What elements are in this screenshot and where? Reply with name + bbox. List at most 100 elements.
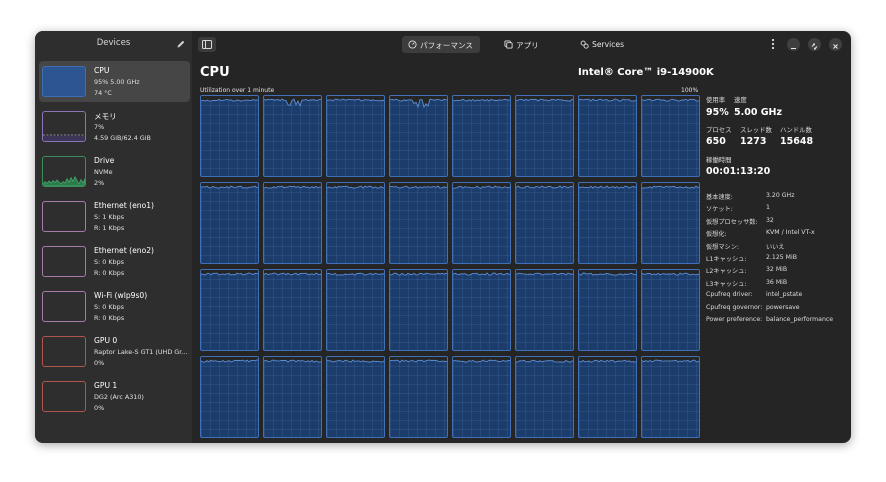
detail-value: 3.20 GHz: [766, 192, 795, 199]
detail-key: Power preference:: [706, 316, 763, 323]
tab-services-label: Services: [592, 40, 625, 49]
app-window: Devices CPU 95% 5.00 GHz 74 °C メモリ 7% 4.59 Gi…: [35, 31, 851, 443]
core-graph: [263, 269, 322, 351]
device-item[interactable]: GPU 1 DG2 (Arc A310) 0%: [39, 376, 190, 417]
speed-label: 速度: [734, 96, 747, 104]
close-icon: [833, 44, 838, 49]
sidebar-header: Devices: [35, 31, 192, 57]
process-value: 650: [706, 136, 726, 147]
device-detail-2: 2%: [94, 179, 105, 187]
core-graph: [452, 356, 511, 438]
detail-value: 32 MiB: [766, 266, 788, 274]
device-name: Ethernet (eno1): [94, 201, 155, 210]
detail-key: 仮想マシン:: [706, 243, 740, 251]
device-detail-2: 4.59 GiB/62.4 GiB: [94, 134, 151, 142]
device-detail-1: NVMe: [94, 168, 113, 176]
detail-key: Cpufreq governor:: [706, 303, 763, 311]
core-graph: [578, 95, 637, 177]
device-graph: [42, 336, 86, 367]
device-item[interactable]: Ethernet (eno1) S: 1 Kbps R: 1 Kbps: [39, 196, 190, 237]
sidebar-toggle-button[interactable]: [198, 37, 216, 52]
uptime-value: 00:01:13:20: [706, 166, 771, 177]
device-graph: [42, 381, 86, 412]
core-graph: [641, 356, 700, 438]
detail-key: L2キャッシュ:: [706, 268, 747, 276]
device-item[interactable]: Drive NVMe 2%: [39, 151, 190, 192]
core-graph: [200, 269, 259, 351]
core-graph: [263, 182, 322, 264]
core-graph-grid: [200, 95, 700, 439]
graph-max-label: 100%: [681, 87, 699, 94]
device-detail-1: S: 1 Kbps: [94, 213, 124, 221]
device-graph: [42, 111, 86, 142]
process-label: プロセス: [706, 126, 732, 134]
core-graph: [389, 95, 448, 177]
detail-key: 仮想プロセッサ数:: [706, 218, 758, 226]
device-item[interactable]: Wi-Fi (wlp9s0) S: 0 Kbps R: 0 Kbps: [39, 286, 190, 327]
detail-value: 36 MiB: [766, 278, 788, 286]
core-graph: [326, 269, 385, 351]
tab-apps-label: アプリ: [516, 41, 539, 50]
core-graph: [389, 182, 448, 264]
detail-value: KVM / Intel VT-x: [766, 229, 815, 237]
core-graph: [326, 95, 385, 177]
core-graph: [200, 95, 259, 177]
core-graph: [326, 182, 385, 264]
device-detail-1: S: 0 Kbps: [94, 258, 124, 266]
core-graph: [389, 269, 448, 351]
minimize-button[interactable]: [787, 38, 800, 51]
detail-value: balance_performance: [766, 316, 834, 323]
device-name: Ethernet (eno2): [94, 246, 155, 255]
core-graph: [452, 269, 511, 351]
core-graph: [452, 95, 511, 177]
device-detail-2: R: 1 Kbps: [94, 224, 125, 232]
detail-key: 基本速度:: [706, 194, 733, 201]
tab-performance-label: パフォーマンス: [420, 41, 474, 50]
edit-icon[interactable]: [176, 39, 186, 49]
device-item[interactable]: GPU 0 Raptor Lake-S GT1 (UHD Gr... 0%: [39, 331, 190, 372]
graph-caption: Utilization over 1 minute: [200, 87, 275, 94]
device-detail-1: 7%: [94, 123, 105, 131]
cpu-model-name: Intel® Core™ i9-14900K: [578, 67, 714, 78]
core-graph: [515, 269, 574, 351]
device-name: CPU: [94, 66, 110, 75]
device-detail-2: 0%: [94, 404, 105, 412]
device-item[interactable]: CPU 95% 5.00 GHz 74 °C: [39, 61, 190, 102]
device-item[interactable]: メモリ 7% 4.59 GiB/62.4 GiB: [39, 106, 190, 147]
core-graph: [389, 356, 448, 438]
thread-label: スレッド数: [740, 126, 772, 134]
tab-services[interactable]: Services: [574, 36, 636, 53]
device-detail-2: 74 °C: [94, 89, 112, 97]
tab-performance[interactable]: パフォーマンス: [402, 36, 480, 53]
device-detail-2: R: 0 Kbps: [94, 314, 125, 322]
sidebar: Devices CPU 95% 5.00 GHz 74 °C メモリ 7% 4.59 Gi…: [35, 31, 192, 443]
maximize-button[interactable]: [808, 38, 821, 51]
usage-label: 使用率: [706, 96, 726, 104]
handle-value: 15648: [780, 136, 814, 147]
detail-value: いいえ: [766, 243, 785, 251]
close-button[interactable]: [829, 38, 842, 51]
menu-icon[interactable]: [770, 38, 776, 50]
speed-value: 5.00 GHz: [734, 107, 783, 118]
core-graph: [263, 356, 322, 438]
apps-icon: [504, 40, 513, 49]
minimize-icon: [791, 47, 796, 50]
main-panel: パフォーマンス アプリ Services CPU Intel® Core™ i9…: [192, 31, 851, 443]
detail-value: powersave: [766, 303, 800, 311]
core-graph: [452, 182, 511, 264]
uptime-label: 稼働時間: [706, 156, 732, 164]
detail-key: ソケット:: [706, 206, 733, 214]
device-detail-1: S: 0 Kbps: [94, 303, 124, 311]
core-graph: [578, 356, 637, 438]
device-detail-1: 95% 5.00 GHz: [94, 78, 140, 86]
core-graph: [515, 95, 574, 177]
device-graph: [42, 246, 86, 277]
device-name: GPU 0: [94, 336, 118, 345]
core-graph: [515, 182, 574, 264]
device-detail-1: Raptor Lake-S GT1 (UHD Gr...: [94, 348, 188, 356]
page-title: CPU: [200, 65, 230, 80]
device-item[interactable]: Ethernet (eno2) S: 0 Kbps R: 0 Kbps: [39, 241, 190, 282]
device-detail-2: R: 0 Kbps: [94, 269, 125, 277]
tab-apps[interactable]: アプリ: [498, 36, 548, 53]
device-detail-1: DG2 (Arc A310): [94, 393, 144, 401]
